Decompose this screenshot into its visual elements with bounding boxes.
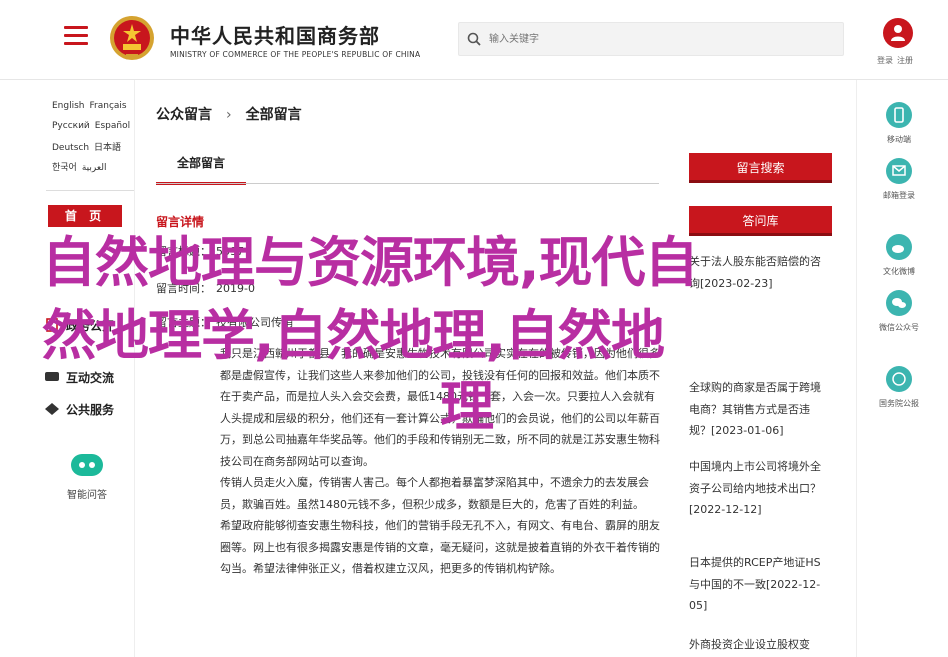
- email-link[interactable]: 邮箱登录: [871, 158, 927, 201]
- weibo-icon: [886, 234, 912, 260]
- register-link[interactable]: 注册: [897, 56, 913, 65]
- national-emblem-icon: [110, 16, 154, 60]
- nav-label: 互动交流: [66, 371, 115, 385]
- lang-arabic[interactable]: العربية: [82, 163, 107, 173]
- mobile-icon: [886, 102, 912, 128]
- tab-all-messages[interactable]: 全部留言: [156, 152, 246, 185]
- wechat-icon: [886, 290, 912, 316]
- gazette-icon: [886, 366, 912, 392]
- left-sidebar: English Français Русский Español Deutsch 日本…: [40, 80, 135, 657]
- ministry-title-cn: 中华人民共和国商务部: [170, 24, 380, 48]
- qa-library-button[interactable]: 答问库: [689, 206, 832, 236]
- right-sidebar: 移动端 邮箱登录 文化微博 微信公众号 国务院公报: [856, 80, 948, 657]
- mobile-label: 移动端: [887, 135, 911, 144]
- qa-item-date: [2023-02-23]: [700, 276, 773, 290]
- chatbot-icon: [71, 454, 103, 476]
- search-input[interactable]: [489, 29, 829, 49]
- nav-label: 公共服务: [66, 403, 115, 417]
- search-box[interactable]: [458, 22, 844, 56]
- overlay-text: 然地理学,自然地理,自然地: [42, 304, 665, 367]
- search-icon[interactable]: [467, 32, 481, 46]
- language-row: 한국어 العربية: [52, 160, 111, 173]
- breadcrumb: 公众留言 › 全部留言: [156, 104, 302, 124]
- weibo-link[interactable]: 文化微博: [871, 234, 927, 277]
- site-header: 中华人民共和国商务部 MINISTRY OF COMMERCE OF THE P…: [0, 0, 948, 80]
- email-label: 邮箱登录: [883, 191, 915, 200]
- message-search-button[interactable]: 留言搜索: [689, 153, 832, 183]
- wechat-label: 微信公众号: [879, 323, 919, 332]
- nav-item-public-service[interactable]: 公共服务: [44, 401, 114, 418]
- ministry-title-en: MINISTRY OF COMMERCE OF THE PEOPLE'S REP…: [170, 50, 421, 59]
- language-row: Русский Español: [52, 121, 135, 131]
- lang-spanish[interactable]: Español: [95, 121, 130, 131]
- lang-french[interactable]: Français: [90, 101, 127, 111]
- lang-japanese[interactable]: 日本語: [94, 143, 121, 153]
- breadcrumb-public-messages[interactable]: 公众留言: [156, 107, 212, 123]
- lang-russian[interactable]: Русский: [52, 121, 90, 131]
- qa-list-item[interactable]: 外商投资企业设立股权变: [689, 634, 829, 656]
- smart-qa-button[interactable]: 智能问答: [62, 454, 112, 501]
- qa-list-item[interactable]: 全球购的商家是否属于跨境电商？其销售方式是否违规？[2023-01-06]: [689, 377, 829, 442]
- user-icon: [891, 25, 905, 41]
- language-row: Deutsch 日本語: [52, 140, 126, 153]
- overlay-text: 理: [440, 375, 494, 438]
- login-link[interactable]: 登录: [877, 56, 893, 65]
- home-button[interactable]: 首 页: [48, 205, 122, 227]
- tab-underline: [156, 183, 659, 184]
- language-row: English Français: [52, 101, 132, 111]
- qa-list-item[interactable]: 关于法人股东能否赔偿的咨询[2023-02-23]: [689, 251, 829, 294]
- wechat-link[interactable]: 微信公众号: [871, 290, 927, 333]
- lang-english[interactable]: English: [52, 101, 85, 111]
- qa-list-item[interactable]: 中国境内上市公司将境外全资子公司给内地技术出口？[2022-12-12]: [689, 456, 829, 521]
- user-button[interactable]: [883, 18, 913, 48]
- mobile-link[interactable]: 移动端: [871, 102, 927, 145]
- weibo-label: 文化微博: [883, 267, 915, 276]
- gazette-link[interactable]: 国务院公报: [871, 366, 927, 409]
- section-title: 留言详情: [156, 215, 205, 229]
- service-icon: [45, 403, 59, 415]
- smart-qa-label: 智能问答: [67, 490, 107, 501]
- paragraph: 传销人员走火入魔，传销害人害己。每个人都抱着暴富梦深陷其中，不遗余力的去发展会员…: [220, 476, 649, 511]
- chevron-right-icon: ›: [226, 107, 232, 123]
- menu-icon[interactable]: [64, 26, 88, 48]
- mail-icon: [886, 158, 912, 184]
- user-links: 登录 注册: [877, 55, 917, 66]
- lang-korean[interactable]: 한국어: [52, 163, 77, 173]
- chat-icon: [45, 372, 59, 381]
- breadcrumb-all-messages[interactable]: 全部留言: [246, 107, 302, 123]
- paragraph: 希望政府能够彻查安惠生物科技，他们的营销手段无孔不入，有网文、有电台、霸屏的朋友…: [220, 519, 660, 575]
- nav-item-interaction[interactable]: 互动交流: [44, 369, 114, 386]
- lang-german[interactable]: Deutsch: [52, 143, 89, 153]
- qa-list-item[interactable]: 日本提供的RCEP产地证HS与中国的不一致[2022-12-05]: [689, 552, 829, 617]
- overlay-text: 自然地理与资源环境,现代自: [42, 231, 699, 294]
- divider: [46, 190, 134, 191]
- gazette-label: 国务院公报: [879, 399, 919, 408]
